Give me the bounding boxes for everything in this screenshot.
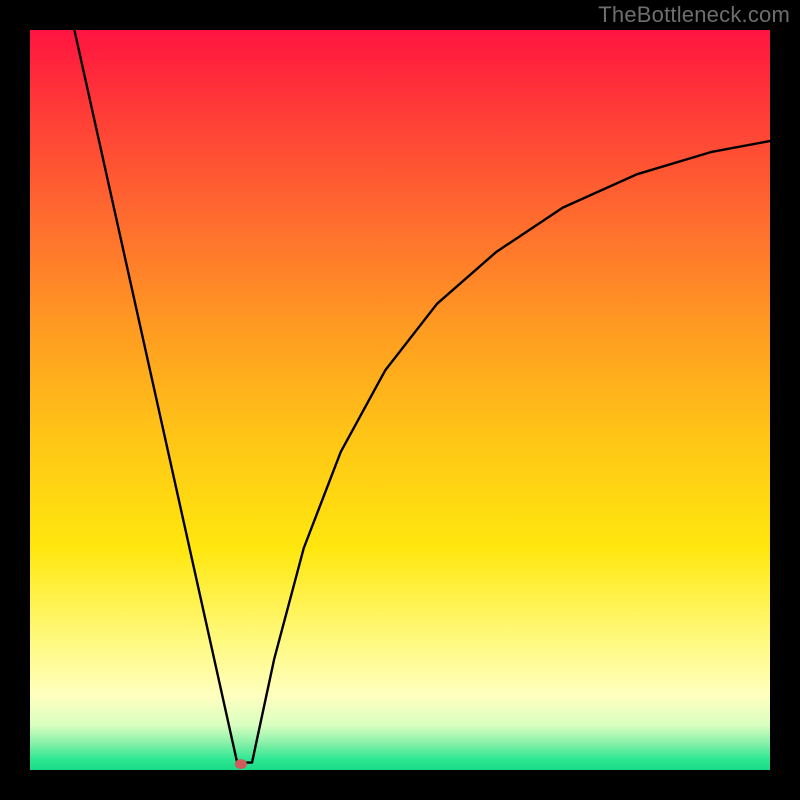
bottleneck-chart — [0, 0, 800, 800]
watermark-text: TheBottleneck.com — [598, 2, 790, 28]
chart-container: TheBottleneck.com — [0, 0, 800, 800]
gradient-background — [30, 30, 770, 770]
minimum-marker — [235, 759, 247, 769]
